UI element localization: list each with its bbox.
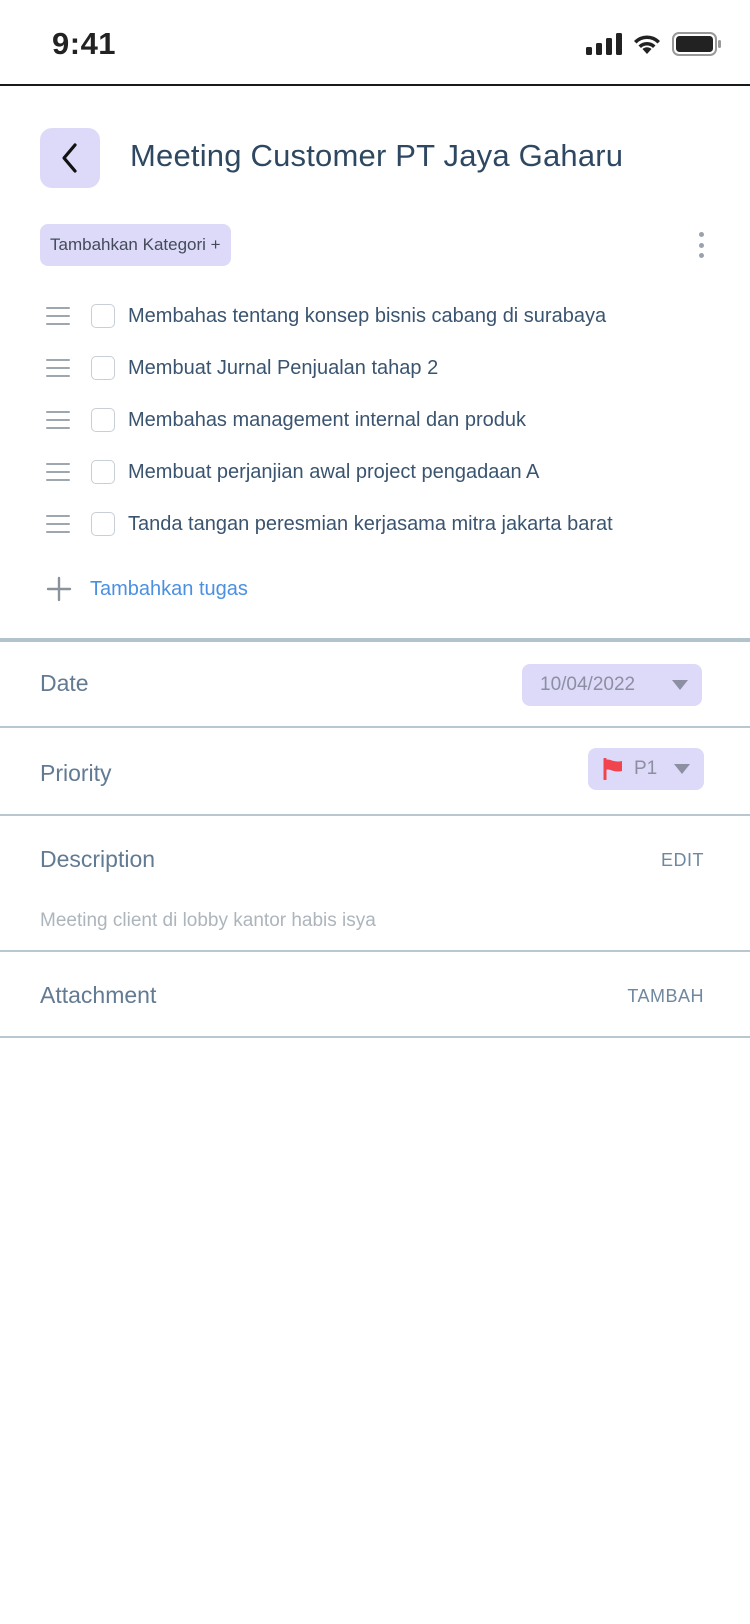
- more-dot: [698, 253, 704, 258]
- caret-down-icon: [674, 764, 690, 774]
- task-row: Membuat perjanjian awal project pengadaa…: [0, 446, 750, 498]
- drag-handle-icon[interactable]: [46, 359, 70, 377]
- task-list: Membahas tentang konsep bisnis cabang di…: [0, 290, 750, 550]
- chevron-left-icon: [62, 143, 77, 173]
- status-bar: 9:41: [0, 0, 750, 86]
- priority-row: Priority P1: [0, 728, 750, 816]
- task-label: Tanda tangan peresmian kerjasama mitra j…: [128, 512, 613, 535]
- task-label: Membuat perjanjian awal project pengadaa…: [128, 460, 540, 483]
- drag-handle-icon[interactable]: [46, 515, 70, 533]
- task-row: Tanda tangan peresmian kerjasama mitra j…: [0, 498, 750, 550]
- add-category-button[interactable]: Tambahkan Kategori +: [40, 224, 231, 266]
- back-button[interactable]: [40, 128, 100, 188]
- attachment-row: Attachment TAMBAH: [0, 952, 750, 1038]
- task-checkbox[interactable]: [91, 356, 115, 380]
- task-checkbox[interactable]: [91, 512, 115, 536]
- priority-value: P1: [634, 758, 658, 779]
- attachment-label: Attachment: [40, 982, 157, 1008]
- date-select[interactable]: 10/04/2022: [522, 664, 702, 706]
- signal-icon: [586, 33, 622, 55]
- date-value: 10/04/2022: [540, 674, 636, 695]
- more-dot: [698, 232, 704, 237]
- task-label: Membuat Jurnal Penjualan tahap 2: [128, 356, 439, 379]
- task-row: Membahas tentang konsep bisnis cabang di…: [0, 290, 750, 342]
- drag-handle-icon[interactable]: [46, 463, 70, 481]
- description-text: Meeting client di lobby kantor habis isy…: [40, 910, 376, 931]
- date-label: Date: [40, 670, 89, 696]
- caret-down-icon: [672, 680, 688, 690]
- task-label: Membahas tentang konsep bisnis cabang di…: [128, 304, 607, 327]
- priority-select[interactable]: P1: [588, 748, 704, 790]
- task-checkbox[interactable]: [91, 304, 115, 328]
- status-time: 9:41: [52, 26, 117, 61]
- add-attachment-button[interactable]: TAMBAH: [627, 986, 704, 1007]
- task-checkbox[interactable]: [91, 408, 115, 432]
- task-label: Membahas management internal dan produk: [128, 408, 527, 431]
- wifi-icon: [634, 35, 660, 54]
- task-row: Membuat Jurnal Penjualan tahap 2: [0, 342, 750, 394]
- plus-icon: [46, 576, 72, 602]
- description-row: Description EDIT Meeting client di lobby…: [0, 816, 750, 952]
- date-row: Date 10/04/2022: [0, 642, 750, 728]
- drag-handle-icon[interactable]: [46, 307, 70, 325]
- description-label: Description: [40, 846, 156, 872]
- edit-description-button[interactable]: EDIT: [661, 850, 704, 871]
- battery-icon: [672, 32, 721, 56]
- drag-handle-icon[interactable]: [46, 411, 70, 429]
- add-task-button[interactable]: Tambahkan tugas: [46, 572, 248, 606]
- more-options-button[interactable]: [690, 228, 712, 262]
- page-title: Meeting Customer PT Jaya Gaharu: [130, 138, 624, 173]
- priority-label: Priority: [40, 760, 112, 786]
- task-checkbox[interactable]: [91, 460, 115, 484]
- status-icons: [586, 30, 722, 58]
- task-row: Membahas management internal dan produk: [0, 394, 750, 446]
- flag-icon: [603, 758, 622, 780]
- more-dot: [698, 242, 704, 248]
- add-task-label: Tambahkan tugas: [90, 577, 248, 600]
